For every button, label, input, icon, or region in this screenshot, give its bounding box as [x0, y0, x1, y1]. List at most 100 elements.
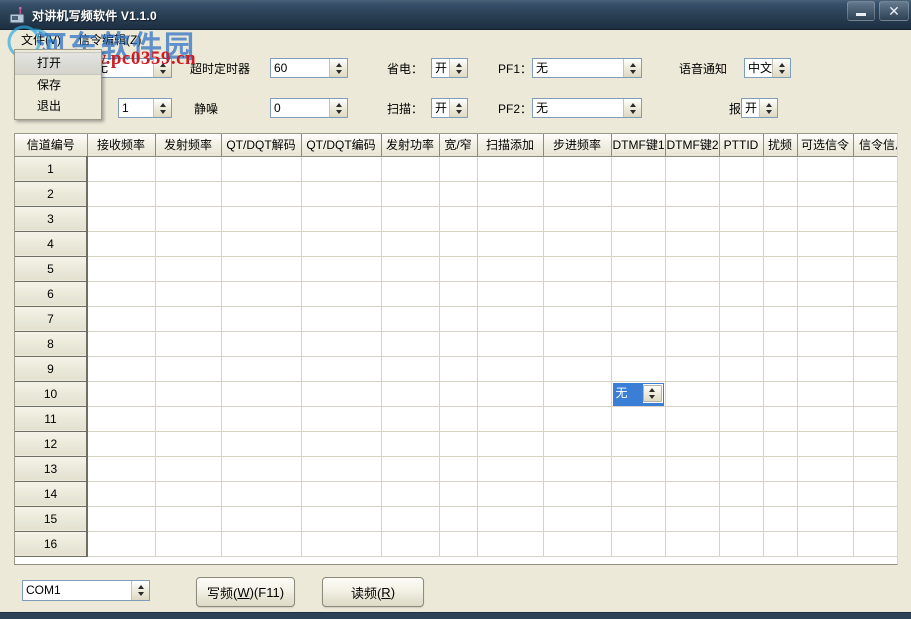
- table-cell[interactable]: [381, 231, 439, 256]
- table-cell[interactable]: [543, 406, 611, 431]
- table-cell[interactable]: [155, 331, 221, 356]
- table-cell[interactable]: [719, 431, 763, 456]
- cell-editor[interactable]: 无: [613, 383, 664, 404]
- vox-delay-combo[interactable]: 1: [118, 98, 172, 118]
- table-cell[interactable]: [611, 456, 665, 481]
- com-port-spinner[interactable]: [131, 581, 149, 600]
- table-cell[interactable]: [543, 156, 611, 181]
- table-cell[interactable]: [381, 356, 439, 381]
- table-cell[interactable]: [719, 231, 763, 256]
- menu-item-exit[interactable]: 退出: [15, 96, 101, 117]
- table-cell[interactable]: [439, 431, 477, 456]
- table-cell[interactable]: [155, 256, 221, 281]
- table-cell[interactable]: [853, 256, 898, 281]
- pf2-combo[interactable]: 无: [532, 98, 642, 118]
- table-cell[interactable]: [611, 481, 665, 506]
- table-cell[interactable]: [477, 156, 543, 181]
- row-header-cell[interactable]: 8: [15, 331, 87, 356]
- table-cell[interactable]: [221, 356, 301, 381]
- table-cell[interactable]: [763, 381, 797, 406]
- table-cell[interactable]: [301, 181, 381, 206]
- table-cell[interactable]: [797, 231, 853, 256]
- table-cell[interactable]: [853, 531, 898, 556]
- table-cell[interactable]: [719, 331, 763, 356]
- row-header-cell[interactable]: 13: [15, 456, 87, 481]
- table-cell[interactable]: [543, 281, 611, 306]
- table-cell[interactable]: [439, 331, 477, 356]
- table-cell[interactable]: [853, 381, 898, 406]
- table-cell[interactable]: [763, 456, 797, 481]
- table-cell[interactable]: [853, 306, 898, 331]
- row-header-cell[interactable]: 7: [15, 306, 87, 331]
- table-cell[interactable]: [797, 331, 853, 356]
- row-header-cell[interactable]: 2: [15, 181, 87, 206]
- voice-notice-spinner[interactable]: [772, 59, 790, 77]
- scan-spinner[interactable]: [449, 99, 467, 117]
- table-cell[interactable]: [719, 481, 763, 506]
- table-cell[interactable]: [477, 381, 543, 406]
- table-cell[interactable]: [301, 281, 381, 306]
- table-cell[interactable]: [301, 481, 381, 506]
- voice-notice-combo[interactable]: 中文: [744, 58, 791, 78]
- table-cell[interactable]: [611, 281, 665, 306]
- table-cell[interactable]: [611, 181, 665, 206]
- table-cell[interactable]: [611, 356, 665, 381]
- table-cell[interactable]: [543, 381, 611, 406]
- table-cell[interactable]: [87, 231, 155, 256]
- table-cell[interactable]: [87, 306, 155, 331]
- row-header-cell[interactable]: 11: [15, 406, 87, 431]
- table-cell[interactable]: [439, 206, 477, 231]
- row-header-cell[interactable]: 1: [15, 156, 87, 181]
- table-cell[interactable]: [611, 431, 665, 456]
- col-header-rx-freq[interactable]: 接收频率: [87, 134, 155, 156]
- table-cell[interactable]: [763, 506, 797, 531]
- table-cell[interactable]: [155, 281, 221, 306]
- table-cell[interactable]: [665, 456, 719, 481]
- table-cell[interactable]: [221, 306, 301, 331]
- table-cell[interactable]: [301, 456, 381, 481]
- table-cell[interactable]: [155, 206, 221, 231]
- table-cell[interactable]: [665, 156, 719, 181]
- table-cell[interactable]: [221, 381, 301, 406]
- table-cell[interactable]: [763, 156, 797, 181]
- table-cell[interactable]: [301, 331, 381, 356]
- table-cell[interactable]: [301, 381, 381, 406]
- table-cell[interactable]: [611, 206, 665, 231]
- row-header-cell[interactable]: 10: [15, 381, 87, 406]
- table-cell[interactable]: [439, 306, 477, 331]
- table-cell[interactable]: [611, 156, 665, 181]
- table-cell[interactable]: [853, 156, 898, 181]
- table-cell[interactable]: [853, 506, 898, 531]
- table-cell[interactable]: [797, 256, 853, 281]
- table-cell[interactable]: [301, 231, 381, 256]
- table-cell[interactable]: [439, 256, 477, 281]
- table-cell[interactable]: [87, 181, 155, 206]
- table-cell[interactable]: [87, 156, 155, 181]
- table-cell[interactable]: [155, 306, 221, 331]
- table-cell[interactable]: [439, 506, 477, 531]
- table-cell[interactable]: [477, 481, 543, 506]
- table-cell[interactable]: [221, 531, 301, 556]
- table-cell[interactable]: [763, 231, 797, 256]
- pf1-combo[interactable]: 无: [532, 58, 642, 78]
- table-cell[interactable]: [543, 431, 611, 456]
- table-cell[interactable]: [665, 506, 719, 531]
- table-cell[interactable]: [439, 231, 477, 256]
- table-cell[interactable]: [155, 156, 221, 181]
- table-cell[interactable]: [155, 456, 221, 481]
- table-cell[interactable]: [611, 531, 665, 556]
- table-cell[interactable]: [797, 431, 853, 456]
- col-header-scan-add[interactable]: 扫描添加: [477, 134, 543, 156]
- table-cell[interactable]: [301, 356, 381, 381]
- table-cell[interactable]: [611, 231, 665, 256]
- table-cell[interactable]: [719, 356, 763, 381]
- table-cell[interactable]: [477, 256, 543, 281]
- row-header-cell[interactable]: 9: [15, 356, 87, 381]
- table-cell[interactable]: [719, 281, 763, 306]
- table-cell[interactable]: [543, 506, 611, 531]
- scan-combo[interactable]: 开: [431, 98, 468, 118]
- alarm-spinner[interactable]: [759, 99, 777, 117]
- col-header-wide-narrow[interactable]: 宽/窄: [439, 134, 477, 156]
- table-cell[interactable]: [87, 256, 155, 281]
- table-cell[interactable]: [155, 481, 221, 506]
